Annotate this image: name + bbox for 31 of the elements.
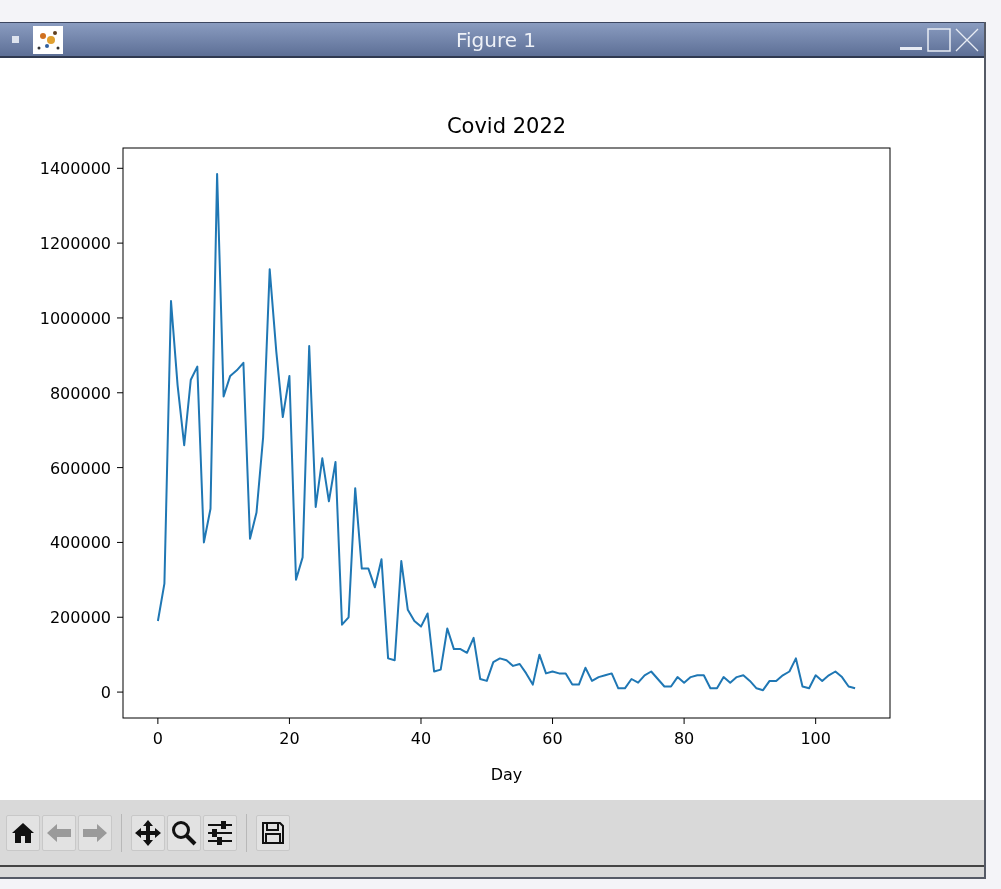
move-arrows-icon	[134, 818, 162, 847]
pan-button[interactable]	[131, 814, 165, 851]
left-arrow-icon	[46, 821, 72, 844]
x-tick-label: 80	[673, 729, 695, 748]
y-tick-label: 1000000	[39, 308, 111, 328]
x-tick-label: 100	[800, 729, 831, 748]
y-tick-label: 0	[100, 683, 111, 703]
y-tick-label: 800000	[49, 383, 111, 403]
right-arrow-icon	[82, 821, 108, 844]
y-tick-label: 600000	[49, 458, 111, 478]
home-icon	[11, 821, 35, 844]
search-icon	[171, 819, 197, 846]
x-tick-label: 60	[542, 729, 563, 748]
zoom-button[interactable]	[167, 814, 201, 851]
x-tick-label: 0	[152, 729, 163, 748]
app-icon	[33, 25, 63, 54]
x-axis-label: Day	[490, 765, 523, 784]
sliders-icon	[207, 820, 233, 845]
y-tick-label: 400000	[49, 533, 111, 553]
x-tick-label: 20	[279, 729, 300, 748]
save-button[interactable]	[256, 814, 290, 851]
home-button[interactable]	[6, 814, 40, 851]
y-tick-label: 1200000	[39, 234, 111, 254]
x-tick-label: 40	[410, 729, 432, 748]
y-tick-label: 200000	[49, 608, 111, 628]
chart-title: Covid 2022	[446, 114, 567, 138]
close-icon[interactable]	[954, 26, 980, 53]
window-title: Figure 1	[455, 27, 537, 52]
maximize-icon[interactable]	[926, 26, 952, 53]
y-tick-label: 1400000	[39, 159, 111, 179]
configure-button[interactable]	[203, 814, 237, 851]
